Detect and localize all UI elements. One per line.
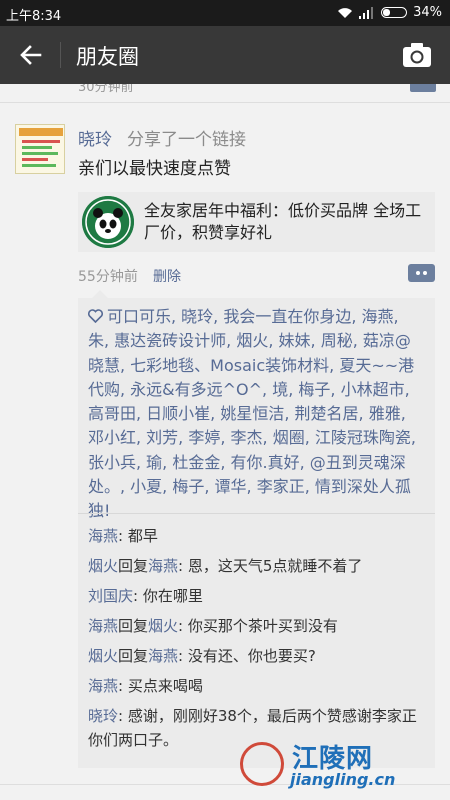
comment-reply-target[interactable]: 烟火 [148,617,178,635]
status-icons: 34% [337,5,442,20]
link-title: 全友家居年中福利：低价买品牌 全场工厂价，积赞享好礼 [144,201,422,242]
likes-names[interactable]: 可口可乐, 晓玲, 我会一直在你身边, 海燕, 朱, 惠达瓷砖设计师, 烟火, … [88,307,416,520]
comment-item[interactable]: 海燕回复烟火: 你买那个茶叶买到没有 [88,614,428,638]
title-divider [60,42,61,68]
likes-comments-panel: 可口可乐, 晓玲, 我会一直在你身边, 海燕, 朱, 惠达瓷砖设计师, 烟火, … [78,290,435,768]
likes-separator [78,513,435,514]
comment-author[interactable]: 海燕 [88,617,118,635]
delete-link[interactable]: 删除 [153,266,181,286]
comment-author[interactable]: 烟火 [88,647,118,665]
post-text: 亲们以最快速度点赞 [78,159,231,179]
avatar-image [16,125,64,173]
comment-item[interactable]: 烟火回复海燕: 恩，这天气5点就睡不着了 [88,554,428,578]
battery-percent: 34% [413,5,442,20]
status-bar: 上午8:34 34% [0,0,450,26]
comment-reply-target[interactable]: 海燕 [148,557,178,575]
back-arrow-icon[interactable] [18,42,44,68]
comment-text: : 你在哪里 [133,587,203,605]
post-separator [0,102,450,103]
comment-reply-word: 回复 [118,557,149,575]
likes-list[interactable]: 可口可乐, 晓玲, 我会一直在你身边, 海燕, 朱, 惠达瓷砖设计师, 烟火, … [87,305,423,524]
comment-reply-word: 回复 [118,647,149,665]
previous-post-time: 30分钟前 [78,84,134,95]
comment-item[interactable]: 海燕: 都早 [88,524,428,548]
watermark-logo-icon [240,742,284,786]
post-action: 分享了一个链接 [127,130,246,150]
comment-dot-icon [416,271,420,275]
watermark-url: jiangling.cn [290,770,396,789]
comment-menu-button[interactable] [408,264,435,282]
panda-logo-icon [82,196,134,248]
watermark: 江陵网 jiangling.cn [240,738,440,794]
post-author[interactable]: 晓玲 [78,125,112,150]
comment-text: : 买点来喝喝 [118,677,203,695]
heart-icon [87,309,104,324]
comment-author[interactable]: 烟火 [88,557,118,575]
comment-item[interactable]: 海燕: 买点来喝喝 [88,674,428,698]
comment-author[interactable]: 刘国庆 [88,587,133,605]
comment-reply-word: 回复 [118,617,149,635]
moments-feed[interactable]: 30分钟前 晓玲 分享了一个链接 亲们以最快速度点赞 全友家居年中福利：低价买品… [0,84,450,800]
page-title: 朋友圈 [76,45,139,69]
comment-text: : 恩，这天气5点就睡不着了 [178,557,363,575]
comment-text: : 都早 [118,527,158,545]
battery-icon [381,7,408,18]
comment-text: : 没有还、你也要买? [178,647,316,665]
comment-item[interactable]: 烟火回复海燕: 没有还、你也要买? [88,644,428,668]
camera-icon[interactable] [402,42,432,68]
status-time: 上午8:34 [6,9,62,24]
comment-author[interactable]: 晓玲 [88,707,118,725]
comment-reply-target[interactable]: 海燕 [148,647,178,665]
comment-author[interactable]: 海燕 [88,527,118,545]
avatar[interactable] [15,124,65,174]
comments-list: 海燕: 都早 烟火回复海燕: 恩，这天气5点就睡不着了 刘国庆: 你在哪里 海燕回复烟… [88,524,428,758]
post-time: 55分钟前 [78,269,138,285]
comment-author[interactable]: 海燕 [88,677,118,695]
shared-link-card[interactable]: 全友家居年中福利：低价买品牌 全场工厂价，积赞享好礼 [78,192,435,252]
comment-text: : 你买那个茶叶买到没有 [178,617,338,635]
wifi-icon [338,7,353,18]
comment-item[interactable]: 刘国庆: 你在哪里 [88,584,428,608]
comment-dot-icon [423,271,427,275]
previous-comment-button[interactable] [410,84,436,92]
signal-icon [359,6,374,19]
title-bar: 朋友圈 [0,26,450,84]
